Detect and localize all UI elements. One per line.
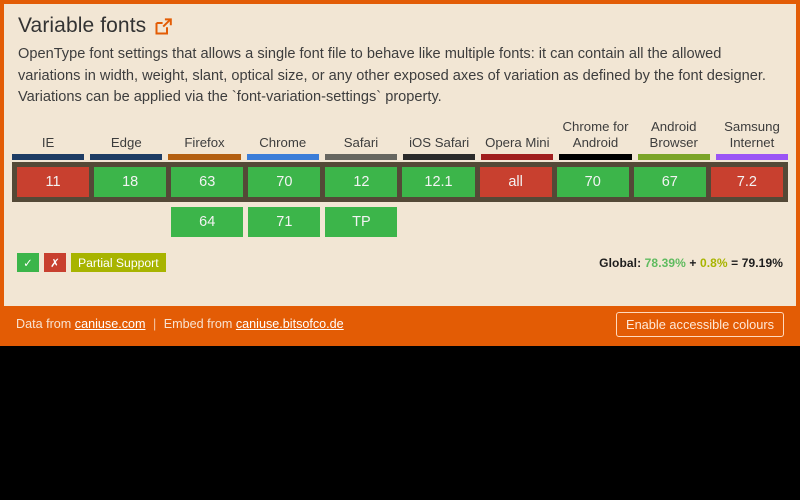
support-cell-future[interactable]: 64 xyxy=(171,207,244,238)
support-cell-empty xyxy=(17,207,89,237)
global-support-stats: Global: 78.39% + 0.8% = 79.19% xyxy=(599,256,783,270)
browser-header-edge: Edge xyxy=(110,134,142,150)
stats-full-support: 78.39% xyxy=(644,255,686,270)
legend-supported[interactable]: ✓ xyxy=(17,253,39,273)
caniuse-link[interactable]: caniuse.com xyxy=(75,317,146,331)
support-cell-future[interactable]: TP xyxy=(325,207,398,238)
current-version-row: 11 18 63 70 12 12.1 all 70 67 7.2 xyxy=(12,162,788,203)
enable-accessible-colours-button[interactable]: Enable accessible colours xyxy=(616,311,784,337)
support-cell-empty xyxy=(711,207,783,237)
stats-partial-support: 0.8% xyxy=(699,255,728,270)
widget-header: Variable fonts OpenType font settings th… xyxy=(4,4,796,108)
browser-accent-bar xyxy=(246,154,319,161)
browser-header-chrome: Chrome xyxy=(259,134,307,150)
stats-prefix: Global: xyxy=(599,255,642,270)
browser-accent-bar xyxy=(12,154,85,161)
support-cell-current[interactable]: 18 xyxy=(94,167,167,198)
stats-equals: = xyxy=(731,255,739,270)
embed-from-label: Embed from xyxy=(163,317,233,331)
browser-header-ios-safari: iOS Safari xyxy=(409,134,470,150)
future-version-row: 64 71 TP xyxy=(12,207,788,238)
legend-unsupported[interactable]: ✗ xyxy=(44,253,66,273)
legend: ✓ ✗ Partial Support xyxy=(17,253,166,273)
caniuse-embed-widget: Variable fonts OpenType font settings th… xyxy=(0,0,800,346)
support-cell-current[interactable]: all xyxy=(479,167,552,198)
browser-accent-row xyxy=(12,154,789,161)
title-row: Variable fonts xyxy=(18,14,782,37)
support-cell-current[interactable]: 12 xyxy=(325,167,398,198)
browser-header-firefox: Firefox xyxy=(184,134,225,150)
browser-accent-bar xyxy=(715,154,789,161)
embed-source-link[interactable]: caniuse.bitsofco.de xyxy=(236,317,344,331)
browser-accent-bar xyxy=(168,154,241,161)
footer-credits: Data from caniuse.com | Embed from caniu… xyxy=(16,317,344,331)
stats-total: 79.19% xyxy=(741,255,783,270)
feature-description: OpenType font settings that allows a sin… xyxy=(18,46,766,105)
legend-partial[interactable]: Partial Support xyxy=(71,253,166,273)
support-cell-empty xyxy=(634,207,706,237)
browser-accent-bar xyxy=(637,154,710,161)
browser-header-safari: Safari xyxy=(343,134,379,150)
support-cell-current[interactable]: 70 xyxy=(248,167,321,198)
external-link-icon[interactable] xyxy=(155,18,173,35)
browser-header-ie: IE xyxy=(41,134,55,150)
support-cell-current[interactable]: 70 xyxy=(556,167,629,198)
browser-accent-bar xyxy=(324,154,398,161)
support-cell-empty xyxy=(402,207,474,237)
browser-header-chrome-for-android: Chrome for Android xyxy=(562,119,629,150)
stats-plus: + xyxy=(689,255,697,270)
browser-header-android-browser: Android Browser xyxy=(649,119,698,150)
support-cell-current[interactable]: 7.2 xyxy=(710,167,783,198)
support-table: IE Edge Firefox Chrome Safari iOS Safari Opera… xyxy=(4,108,796,238)
browser-accent-bar xyxy=(403,154,476,161)
footer-separator: | xyxy=(153,317,157,331)
widget-footer: Data from caniuse.com | Embed from caniu… xyxy=(4,306,796,342)
browser-header-samsung-internet: Samsung Internet xyxy=(724,119,780,150)
page-title: Variable fonts xyxy=(18,14,147,37)
browser-header-opera-mini: Opera Mini xyxy=(485,134,550,150)
support-cell-empty xyxy=(557,207,629,237)
browser-accent-bar xyxy=(90,154,163,161)
support-cell-future[interactable]: 71 xyxy=(248,207,321,238)
data-from-label: Data from xyxy=(16,317,72,331)
legend-and-stats: ✓ ✗ Partial Support Global: 78.39% + 0.8… xyxy=(4,253,796,273)
support-cell-current[interactable]: 63 xyxy=(171,167,244,198)
support-cell-empty xyxy=(94,207,166,237)
support-cell-current[interactable]: 12.1 xyxy=(402,167,475,198)
browser-accent-bar xyxy=(481,154,554,161)
support-cell-current[interactable]: 67 xyxy=(633,167,706,198)
support-cell-current[interactable]: 11 xyxy=(17,167,90,198)
browser-header-row: IE Edge Firefox Chrome Safari iOS Safari Opera… xyxy=(12,114,788,152)
browser-accent-bar xyxy=(559,154,632,161)
support-cell-empty xyxy=(480,207,552,237)
